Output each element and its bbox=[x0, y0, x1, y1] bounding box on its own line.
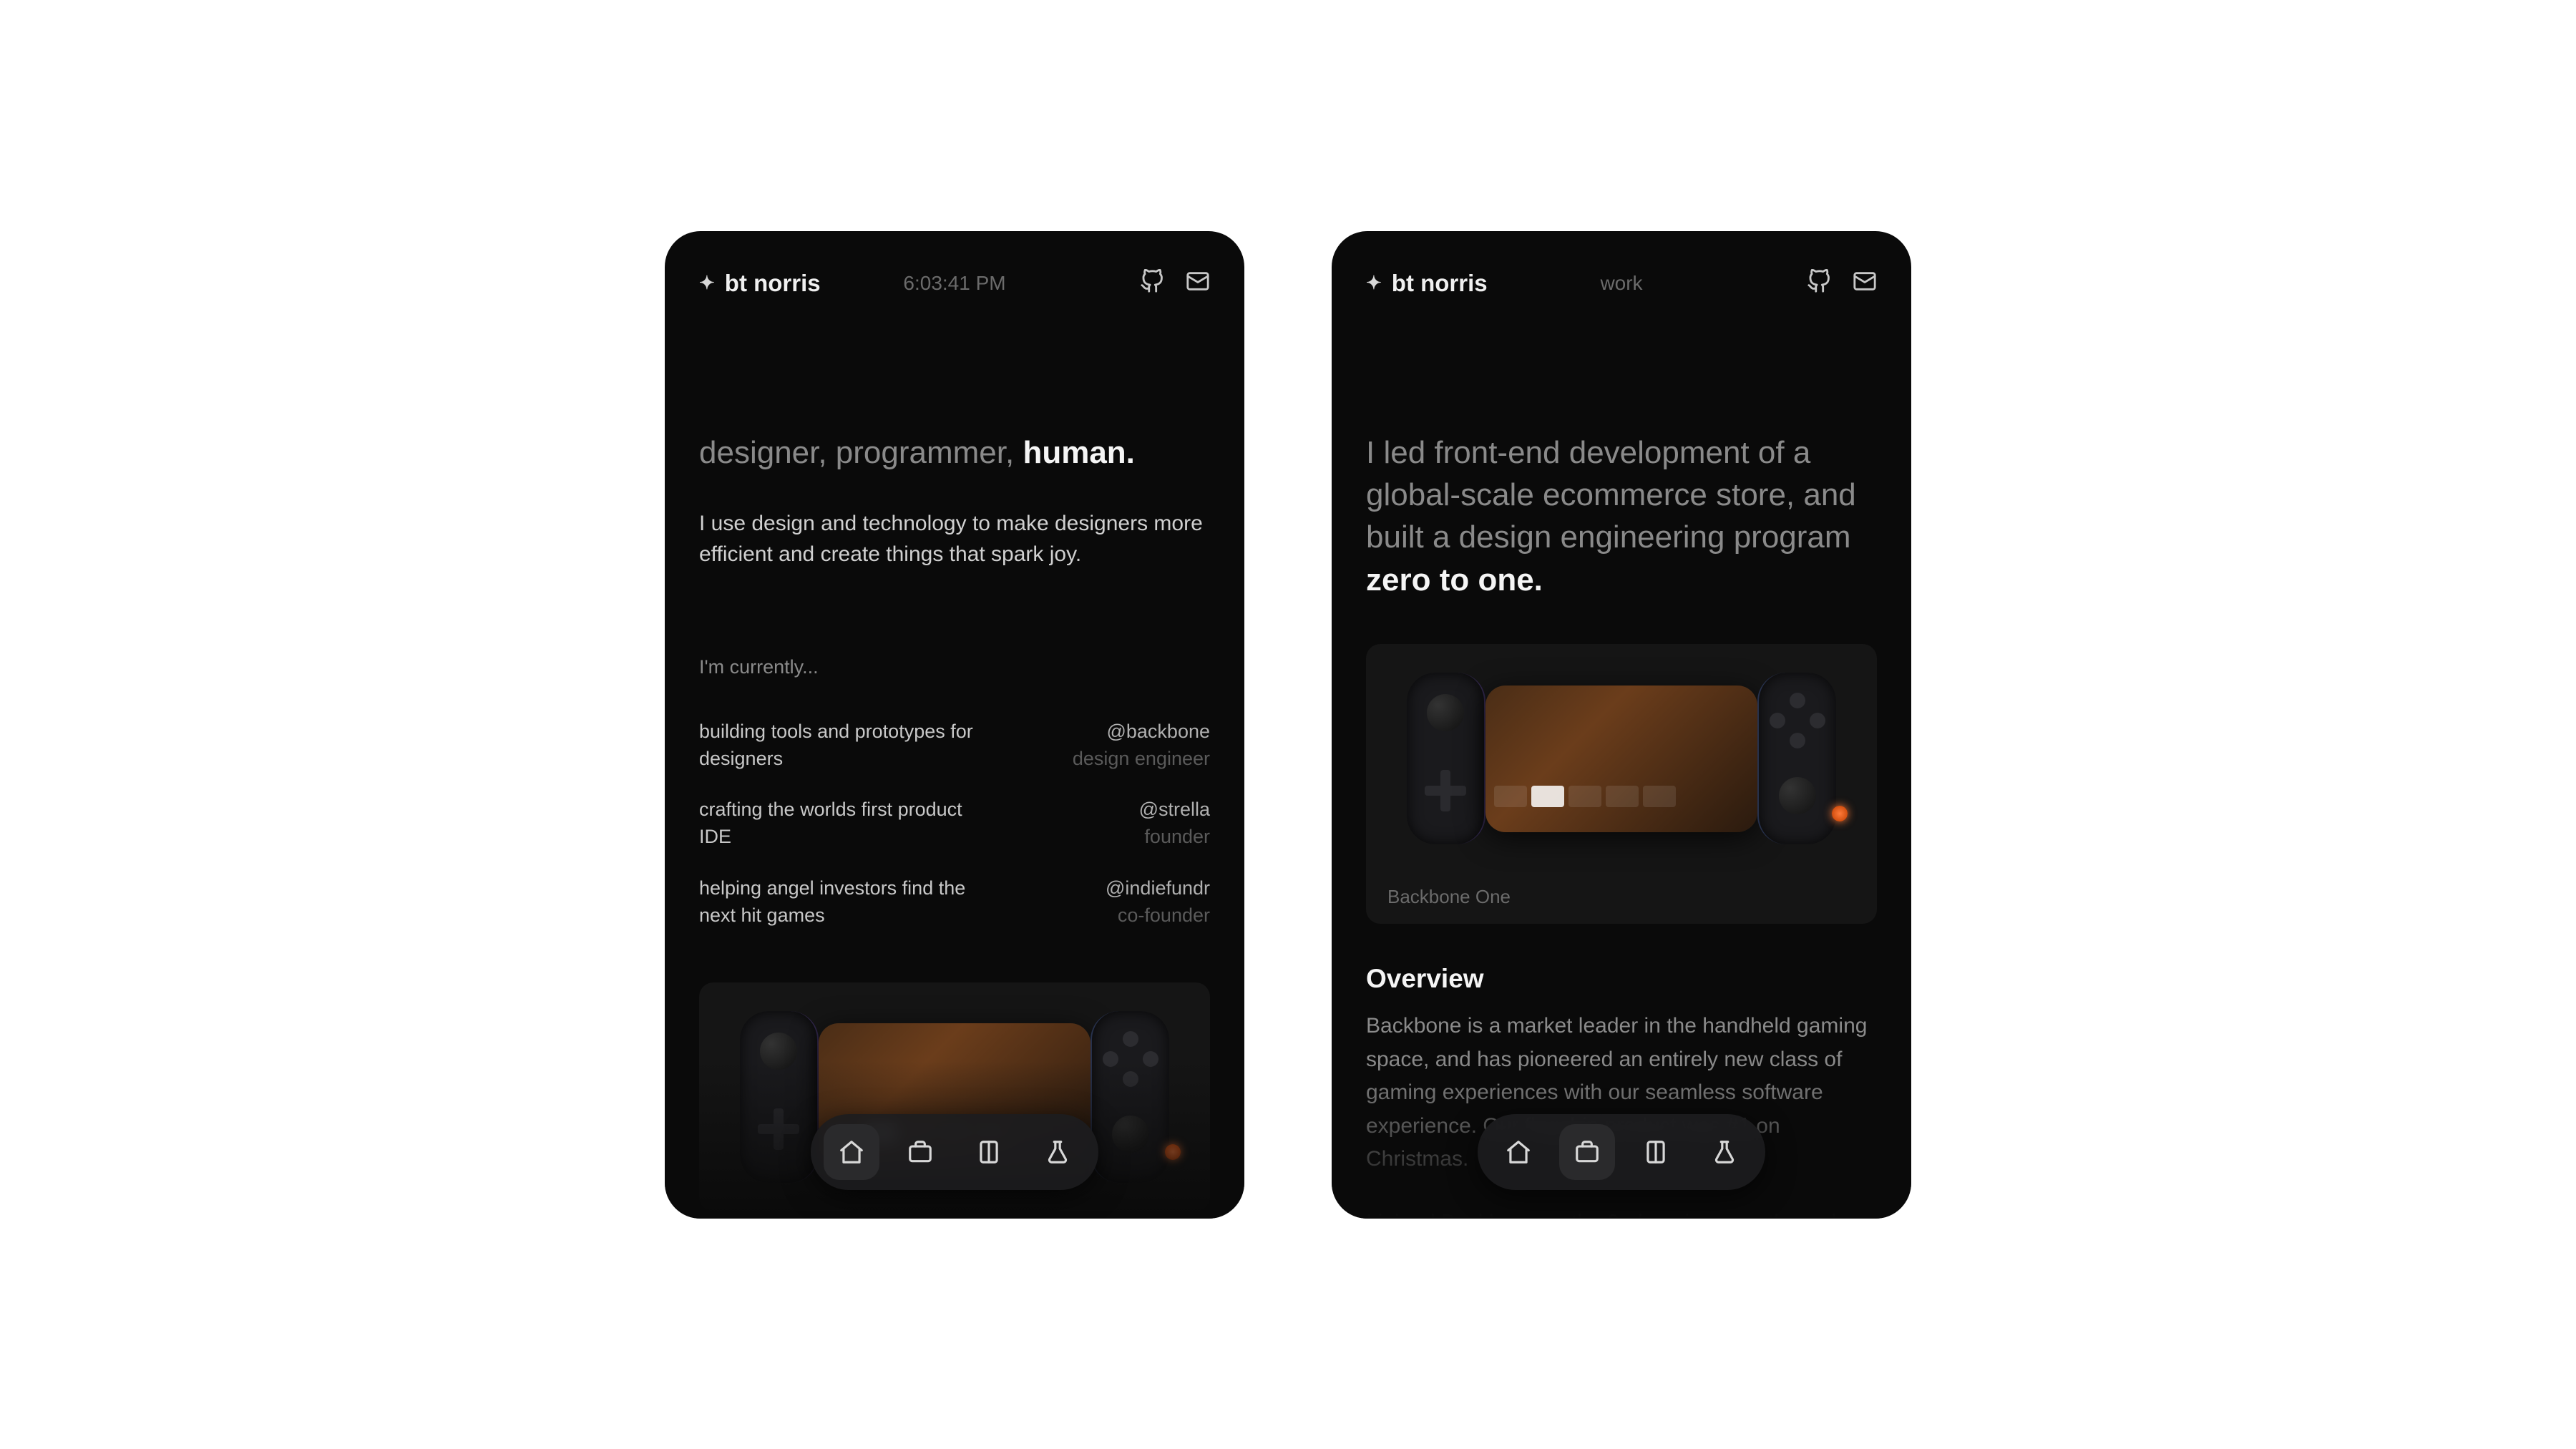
hero: I led front-end development of a global-… bbox=[1366, 431, 1877, 602]
role-item[interactable]: building tools and prototypes for design… bbox=[699, 718, 1210, 773]
hero-bold: human. bbox=[1023, 435, 1134, 470]
feature-image[interactable]: Backbone One bbox=[1366, 644, 1877, 924]
brand-name: bt norris bbox=[725, 270, 821, 297]
hero-subtext: I use design and technology to make desi… bbox=[699, 508, 1210, 570]
role-desc: helping angel investors find the next hi… bbox=[699, 875, 985, 930]
hero-bold: zero to one. bbox=[1366, 562, 1543, 597]
role-desc: crafting the worlds first product IDE bbox=[699, 796, 985, 851]
record-icon bbox=[1832, 806, 1848, 821]
content-home: designer, programmer, human. I use desig… bbox=[665, 310, 1244, 1211]
role-title: design engineer bbox=[1073, 746, 1210, 773]
sparkle-icon: ✦ bbox=[1366, 272, 1382, 294]
role-org: @backbone bbox=[1073, 718, 1210, 746]
dock-work-button[interactable] bbox=[1559, 1124, 1615, 1180]
header-icons bbox=[1140, 269, 1210, 297]
hero-prefix: designer, programmer, bbox=[699, 435, 1023, 470]
role-list: building tools and prototypes for design… bbox=[699, 718, 1210, 930]
dock-work-button[interactable] bbox=[892, 1124, 948, 1180]
dock-home-button[interactable] bbox=[824, 1124, 879, 1180]
phone-home: ✦ bt norris 6:03:41 PM designer, program… bbox=[665, 231, 1244, 1219]
role-title: co-founder bbox=[1106, 902, 1210, 930]
role-title: founder bbox=[1139, 824, 1210, 851]
mail-icon[interactable] bbox=[1853, 269, 1877, 297]
role-item[interactable]: crafting the worlds first product IDE @s… bbox=[699, 796, 1210, 851]
dock bbox=[811, 1114, 1098, 1190]
content-work: I led front-end development of a global-… bbox=[1332, 310, 1911, 1219]
overview-heading: Overview bbox=[1366, 964, 1877, 994]
controller-illustration bbox=[1392, 673, 1850, 844]
github-icon[interactable] bbox=[1140, 269, 1164, 297]
clock: 6:03:41 PM bbox=[903, 272, 1005, 295]
header: ✦ bt norris work bbox=[1332, 231, 1911, 310]
mail-icon[interactable] bbox=[1186, 269, 1210, 297]
dock-lab-button[interactable] bbox=[1697, 1124, 1752, 1180]
brand-name: bt norris bbox=[1392, 270, 1488, 297]
image-caption: Backbone One bbox=[1366, 873, 1877, 924]
dock bbox=[1478, 1114, 1765, 1190]
role-desc: building tools and prototypes for design… bbox=[699, 718, 985, 773]
role-meta: @backbone design engineer bbox=[1073, 718, 1210, 773]
dock-notebook-button[interactable] bbox=[1628, 1124, 1684, 1180]
role-org: @indiefundr bbox=[1106, 875, 1210, 902]
brand[interactable]: ✦ bt norris bbox=[1366, 270, 1488, 297]
hero: designer, programmer, human. bbox=[699, 431, 1210, 474]
currently-label: I'm currently... bbox=[699, 656, 1210, 678]
sparkle-icon: ✦ bbox=[699, 272, 715, 294]
role-org: @strella bbox=[1139, 796, 1210, 824]
github-icon[interactable] bbox=[1807, 269, 1831, 297]
dock-lab-button[interactable] bbox=[1030, 1124, 1085, 1180]
dock-home-button[interactable] bbox=[1491, 1124, 1546, 1180]
header: ✦ bt norris 6:03:41 PM bbox=[665, 231, 1244, 310]
header-icons bbox=[1807, 269, 1877, 297]
hero-prefix: I led front-end development of a global-… bbox=[1366, 435, 1856, 555]
overview-paragraph: I joined Backbone as the 2nd engineer on… bbox=[1366, 1206, 1877, 1219]
record-icon bbox=[1165, 1144, 1181, 1160]
page-label: work bbox=[1600, 272, 1642, 295]
role-meta: @strella founder bbox=[1139, 796, 1210, 851]
brand[interactable]: ✦ bt norris bbox=[699, 270, 821, 297]
phone-work: ✦ bt norris work I led front-end develop… bbox=[1332, 231, 1911, 1219]
dock-notebook-button[interactable] bbox=[961, 1124, 1017, 1180]
role-meta: @indiefundr co-founder bbox=[1106, 875, 1210, 930]
role-item[interactable]: helping angel investors find the next hi… bbox=[699, 875, 1210, 930]
